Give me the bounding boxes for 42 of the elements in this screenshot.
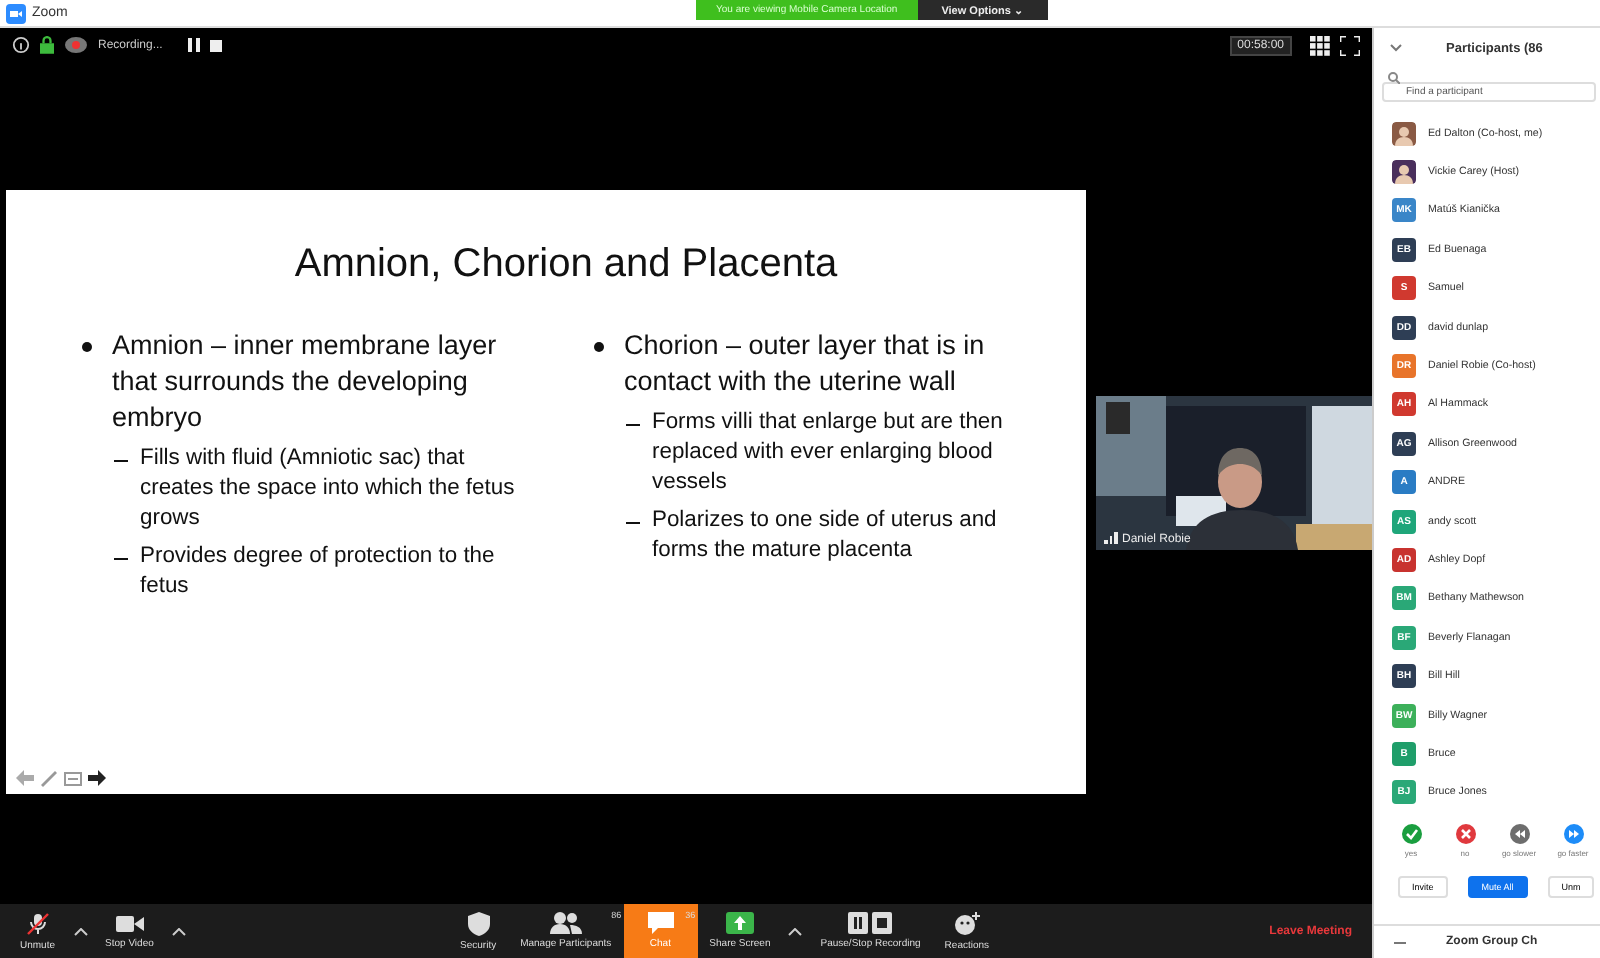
search-icon xyxy=(1388,72,1400,84)
stop-icon[interactable] xyxy=(210,39,223,51)
smiley-icon xyxy=(953,911,980,935)
muted-microphone-icon xyxy=(25,911,50,935)
share-screen-icon xyxy=(725,912,754,934)
fullscreen-icon[interactable] xyxy=(1340,35,1360,55)
dash-icon xyxy=(626,521,640,524)
caret-icon[interactable] xyxy=(788,927,803,935)
reaction-icon[interactable] xyxy=(1563,824,1583,845)
arrow-right-icon[interactable] xyxy=(88,770,106,786)
recording-icon xyxy=(64,36,88,54)
dash-icon xyxy=(114,459,128,462)
sub-bullet-text: Provides degree of protection to the fetus xyxy=(140,541,497,601)
info-icon[interactable] xyxy=(12,36,30,54)
sub-bullet-text: Fills with fluid (Amniotic sac) that creates the space into which the fetus grows xyxy=(140,443,517,533)
lock-icon[interactable] xyxy=(40,36,54,54)
video-camera-icon xyxy=(115,913,144,933)
reaction-icon[interactable] xyxy=(1401,824,1421,845)
caret-icon[interactable] xyxy=(171,927,186,935)
collapse-icon[interactable] xyxy=(1390,44,1402,52)
pause-icon[interactable] xyxy=(188,38,201,52)
dash-icon xyxy=(114,557,128,560)
screen-icon[interactable] xyxy=(64,771,82,785)
grid-icon[interactable] xyxy=(1310,35,1330,55)
shield-icon xyxy=(467,911,490,935)
dash-icon xyxy=(626,423,640,426)
chat-bubble-icon xyxy=(647,912,674,934)
bullet-text: Amnion – inner membrane layer that surrounds the developing embryo xyxy=(112,327,499,435)
bullet-text: Chorion – outer layer that is in contact with the uterine wall xyxy=(624,327,987,399)
sub-bullet-text: Polarizes to one side of uterus and forms the mature placenta xyxy=(652,505,999,565)
pen-icon[interactable] xyxy=(40,769,58,787)
expand-icon[interactable] xyxy=(1394,939,1406,945)
signal-icon xyxy=(1104,532,1117,544)
pause-stop-icon xyxy=(848,912,893,934)
reaction-icon[interactable] xyxy=(1509,824,1529,845)
caret-icon[interactable] xyxy=(73,927,88,935)
bullet-icon xyxy=(82,341,92,351)
people-icon xyxy=(549,912,582,934)
slide-title: Amnion, Chorion and Placenta xyxy=(292,241,840,287)
sub-bullet-text: Forms villi that enlarge but are then replaced with ever enlarging blood vessels xyxy=(652,407,1005,497)
bullet-icon xyxy=(594,341,604,351)
reaction-icon[interactable] xyxy=(1455,824,1475,845)
